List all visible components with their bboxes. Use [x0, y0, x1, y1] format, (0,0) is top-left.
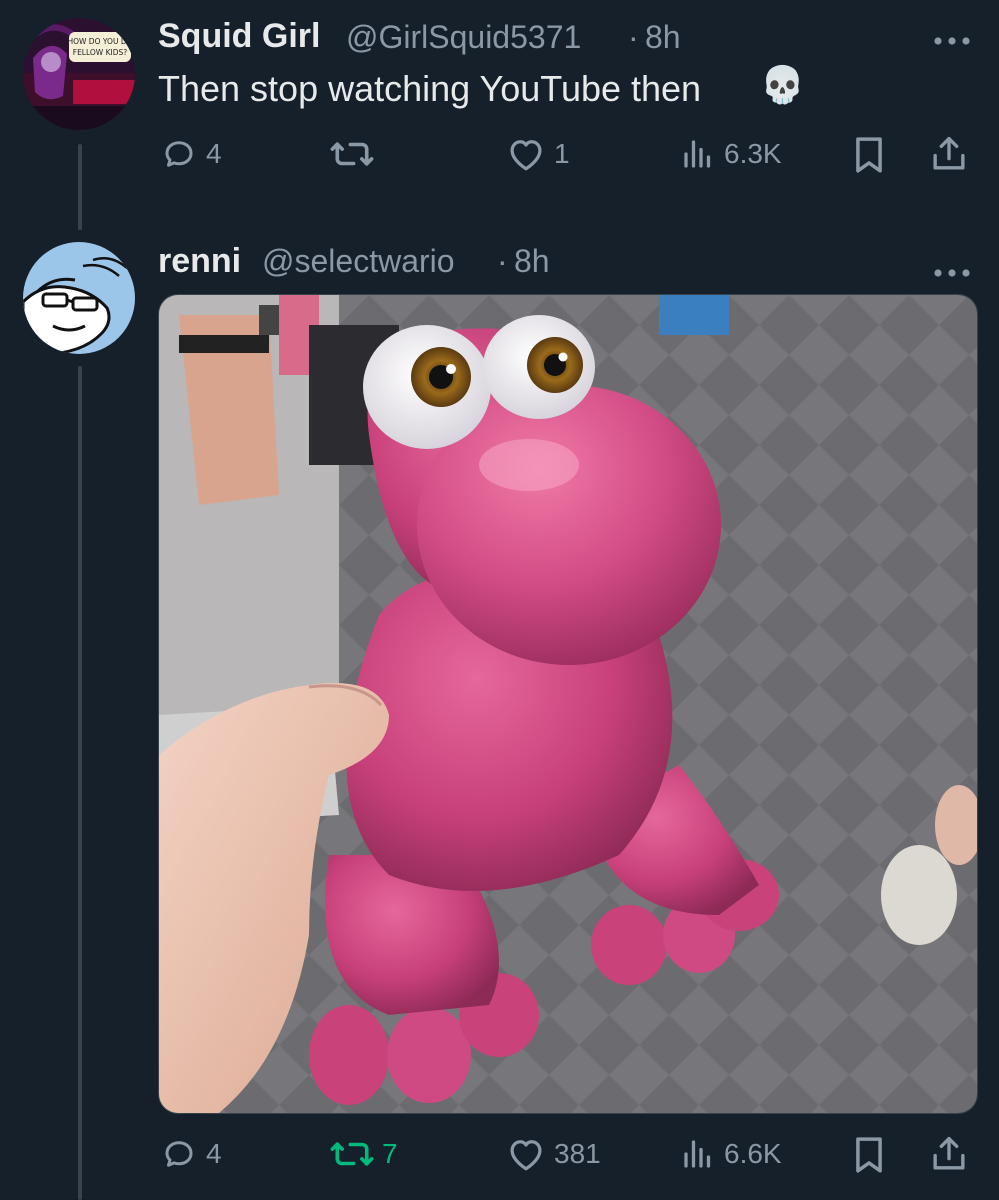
retweet-arrows-icon — [330, 142, 374, 166]
reply-button[interactable]: 4 — [160, 1136, 222, 1172]
thread-line-bottom — [78, 366, 82, 1200]
bar-chart-icon — [684, 140, 711, 168]
avatar-caption-2: FELLOW KIDS? — [73, 48, 128, 57]
views-count: 6.3K — [724, 138, 782, 169]
views-button[interactable]: 6.6K — [680, 1136, 782, 1172]
heart-icon — [510, 1140, 542, 1171]
pink-dinosaur-figurine-photo — [159, 295, 977, 1113]
reply-bubble-icon — [165, 141, 193, 167]
heart-icon — [510, 140, 542, 171]
reply-count: 4 — [206, 1138, 222, 1169]
avatar-image: HOW DO YOU DO FELLOW KIDS? — [23, 18, 135, 130]
avatar-renni[interactable] — [23, 242, 135, 354]
reply-count: 4 — [206, 138, 222, 169]
avatar-squid-girl[interactable]: HOW DO YOU DO FELLOW KIDS? — [23, 18, 135, 130]
reply-button[interactable]: 4 — [160, 136, 222, 172]
tweet-text: Then stop watching YouTube then — [158, 68, 702, 109]
share-upload-icon — [933, 1136, 965, 1170]
like-count: 381 — [554, 1138, 601, 1169]
like-count: 1 — [554, 138, 570, 169]
avatar-caption-1: HOW DO YOU DO — [67, 37, 132, 46]
like-button[interactable]: 1 — [506, 136, 570, 172]
separator: · — [628, 19, 639, 55]
views-button[interactable]: 6.3K — [680, 136, 782, 172]
share-upload-icon — [933, 136, 965, 170]
more-dots-icon[interactable] — [933, 252, 971, 286]
handle[interactable]: @GirlSquid5371 — [346, 19, 581, 56]
share-button[interactable] — [930, 1134, 968, 1174]
more-dots-icon[interactable] — [933, 20, 971, 54]
like-button[interactable]: 381 — [506, 1136, 601, 1172]
separator: · — [497, 243, 508, 279]
tweet-photo[interactable] — [158, 294, 978, 1114]
display-name[interactable]: Squid Girl — [158, 17, 320, 56]
timestamp[interactable]: 8h — [645, 19, 681, 56]
share-button[interactable] — [930, 134, 968, 174]
bar-chart-icon — [684, 1140, 711, 1168]
bookmark-icon — [856, 137, 882, 173]
skull-emoji: 💀 — [760, 64, 805, 105]
thread-line-top — [78, 144, 82, 230]
retweet-count: 7 — [382, 1138, 398, 1169]
bookmark-button[interactable] — [852, 136, 886, 174]
timestamp[interactable]: 8h — [514, 243, 550, 280]
avatar-image — [23, 242, 135, 354]
retweet-arrows-icon — [330, 1142, 374, 1166]
bookmark-button[interactable] — [852, 1136, 886, 1174]
handle[interactable]: @selectwario — [262, 243, 455, 280]
views-count: 6.6K — [724, 1138, 782, 1169]
display-name[interactable]: renni — [158, 242, 241, 281]
retweet-button[interactable]: 7 — [330, 1136, 398, 1172]
bookmark-icon — [856, 1137, 882, 1173]
reply-bubble-icon — [165, 1141, 193, 1167]
retweet-button[interactable] — [330, 136, 382, 172]
